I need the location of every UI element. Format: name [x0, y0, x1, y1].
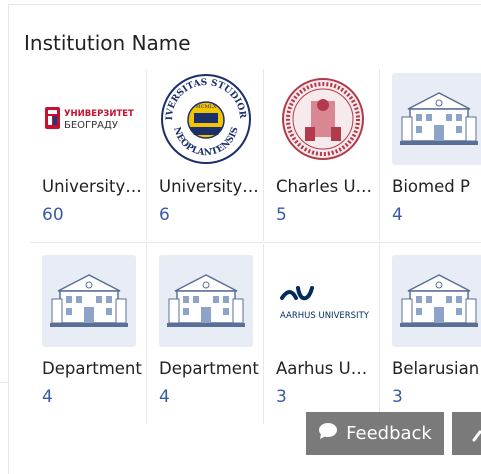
svg-text:БЕОГРАДУ: БЕОГРАДУ	[64, 120, 118, 131]
logo-container	[392, 255, 481, 347]
institution-count: 3	[392, 387, 403, 407]
belgrade-logo: УНИВЕРЗИТЕТ БЕОГРАДУ	[42, 73, 136, 165]
institution-count: 60	[42, 205, 64, 225]
institution-card[interactable]: Charles University 5	[264, 69, 380, 241]
institution-card[interactable]: Biomed P 4	[380, 69, 481, 241]
institution-card[interactable]: Department 4	[147, 251, 263, 423]
institution-card[interactable]: Belarusian 3	[380, 251, 481, 423]
institution-count: 4	[159, 387, 170, 407]
institution-count: 6	[159, 205, 170, 225]
institution-grid: УНИВЕРЗИТЕТ БЕОГРАДУ University of Belgr…	[30, 69, 481, 429]
feedback-label: Feedback	[346, 423, 432, 444]
svg-text:MCMLX: MCMLX	[196, 104, 217, 110]
institution-name[interactable]: University of Novi Sad	[159, 177, 259, 196]
building-placeholder-icon	[42, 255, 136, 347]
svg-text:УНИВЕРЗИТЕТ: УНИВЕРЗИТЕТ	[64, 109, 134, 119]
novi-sad-seal: UNIVERSITAS STUDIORUM NEOPLANTENSIS MCML…	[159, 73, 253, 165]
institution-name[interactable]: Department	[159, 359, 259, 378]
chevron-up-icon	[452, 430, 481, 459]
svg-text:AARHUS UNIVERSITY: AARHUS UNIVERSITY	[280, 311, 370, 321]
institution-name[interactable]: Biomed P	[392, 177, 481, 196]
institution-card[interactable]: AARHUS UNIVERSITY Aarhus University 3	[264, 251, 380, 423]
institution-card[interactable]: Department 4	[30, 251, 146, 423]
logo-container	[159, 255, 253, 347]
institution-count: 3	[276, 387, 287, 407]
logo-container	[42, 255, 136, 347]
logo-container	[392, 73, 481, 165]
institution-card[interactable]: УНИВЕРЗИТЕТ БЕОГРАДУ University of Belgr…	[30, 69, 146, 241]
left-divider	[0, 382, 8, 383]
institution-name[interactable]: Belarusian	[392, 359, 481, 378]
building-placeholder-icon	[159, 255, 253, 347]
grid-divider	[30, 242, 481, 243]
feedback-button[interactable]: Feedback	[306, 412, 444, 455]
section-title: Institution Name	[24, 31, 191, 55]
institution-count: 4	[42, 387, 53, 407]
institution-name[interactable]: Charles University	[276, 177, 376, 196]
aarhus-logo: AARHUS UNIVERSITY	[276, 255, 370, 347]
institution-count: 5	[276, 205, 287, 225]
building-placeholder-icon	[392, 255, 481, 347]
institution-name[interactable]: Department	[42, 359, 142, 378]
charles-seal	[276, 73, 370, 165]
institution-count: 4	[392, 205, 403, 225]
chat-bubble-icon	[318, 422, 338, 445]
scroll-top-button[interactable]	[452, 412, 481, 455]
institution-name[interactable]: University of Belgrade	[42, 177, 142, 196]
institution-card[interactable]: UNIVERSITAS STUDIORUM NEOPLANTENSIS MCML…	[147, 69, 263, 241]
building-placeholder-icon	[392, 73, 481, 165]
institution-name[interactable]: Aarhus University	[276, 359, 376, 378]
